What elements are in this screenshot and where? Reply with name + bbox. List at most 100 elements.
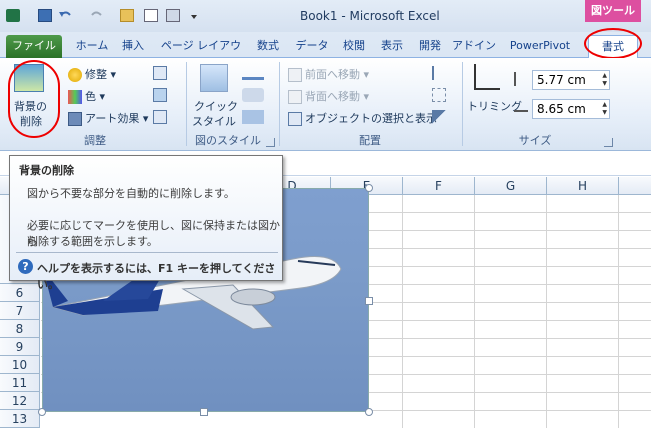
selection-pane-label: オブジェクトの選択と表示 xyxy=(305,112,437,125)
adjust-group-label: 調整 xyxy=(84,134,106,147)
quick-styles-label-2[interactable]: スタイル xyxy=(192,113,236,129)
picture-styles-group-label: 図のスタイル xyxy=(195,134,261,147)
artistic-effects-icon xyxy=(68,112,82,126)
resize-handle-top-right[interactable] xyxy=(365,184,373,192)
tab-file[interactable]: ファイル xyxy=(6,35,62,58)
tab-page-layout[interactable]: ページ レイアウト xyxy=(156,36,246,72)
row-header-8[interactable]: 8 xyxy=(0,320,40,338)
customize-qat-icon[interactable] xyxy=(190,9,198,22)
remove-background-label-2[interactable]: 削除 xyxy=(20,113,42,129)
picture-styles-launcher-icon[interactable] xyxy=(266,138,275,147)
resize-handle-right[interactable] xyxy=(365,297,373,305)
width-icon xyxy=(514,102,528,112)
tooltip-description-3: 削除する範囲を示します。 xyxy=(27,235,158,248)
send-backward-button[interactable]: 背面へ移動 ▾ xyxy=(288,88,369,104)
selection-pane-button[interactable]: オブジェクトの選択と表示 xyxy=(288,110,437,126)
title-bar: Book1 - Microsoft Excel 図ツール xyxy=(0,0,651,32)
row-header-11[interactable]: 11 xyxy=(0,374,40,392)
tab-developer[interactable]: 開発 xyxy=(414,36,446,58)
group-objects-icon[interactable] xyxy=(432,88,446,102)
tab-review[interactable]: 校閲 xyxy=(338,36,370,58)
column-header-f[interactable]: F xyxy=(403,177,475,195)
remove-background-tooltip: 背景の削除 図から不要な部分を自動的に削除します。 必要に応じてマークを使用し、… xyxy=(9,155,283,291)
row-header-13[interactable]: 13 xyxy=(0,410,40,428)
column-header-h[interactable]: H xyxy=(547,177,619,195)
crop-icon xyxy=(474,64,500,90)
column-header-i[interactable] xyxy=(619,177,651,195)
size-launcher-icon[interactable] xyxy=(604,138,613,147)
tab-data[interactable]: データ xyxy=(292,36,332,58)
row-header-7[interactable]: 7 xyxy=(0,302,40,320)
redo-icon[interactable] xyxy=(90,9,104,22)
height-input[interactable]: 5.77 cm ▲ ▼ xyxy=(532,70,610,90)
selection-pane-icon xyxy=(288,112,302,126)
excel-logo-icon xyxy=(6,9,20,22)
tooltip-divider xyxy=(16,252,278,253)
color-button[interactable]: 色 ▾ xyxy=(68,88,105,104)
height-icon xyxy=(514,72,526,86)
resize-handle-bottom-left[interactable] xyxy=(38,408,46,416)
tab-formulas[interactable]: 数式 xyxy=(252,36,284,58)
size-group-label: サイズ xyxy=(518,134,552,147)
picture-layout-icon[interactable] xyxy=(242,110,264,124)
color-palette-icon xyxy=(68,90,82,104)
screenshot-icon[interactable] xyxy=(166,9,180,22)
tab-powerpivot[interactable]: PowerPivot xyxy=(504,36,576,58)
tooltip-description-1: 図から不要な部分を自動的に削除します。 xyxy=(27,187,235,200)
change-picture-icon[interactable] xyxy=(153,88,167,102)
bring-forward-label: 前面へ移動 xyxy=(305,68,360,81)
tooltip-title: 背景の削除 xyxy=(19,164,74,177)
row-header-6[interactable]: 6 xyxy=(0,284,40,302)
open-folder-icon[interactable] xyxy=(120,9,134,22)
tab-view[interactable]: 表示 xyxy=(376,36,408,58)
send-backward-label: 背面へ移動 xyxy=(305,90,360,103)
compress-pictures-icon[interactable] xyxy=(153,66,167,80)
height-spinner-icon[interactable]: ▲ ▼ xyxy=(602,72,607,88)
remove-background-icon xyxy=(14,64,44,92)
excel-window: Book1 - Microsoft Excel 図ツール ファイル ホーム 挿入… xyxy=(0,0,651,428)
color-label: 色 xyxy=(85,90,96,103)
sun-icon xyxy=(68,68,82,82)
print-preview-icon[interactable] xyxy=(144,9,158,22)
align-icon[interactable] xyxy=(432,66,446,80)
tab-insert[interactable]: 挿入 xyxy=(116,36,150,58)
height-value: 5.77 cm xyxy=(537,73,586,87)
row-header-10[interactable]: 10 xyxy=(0,356,40,374)
row-header-9[interactable]: 9 xyxy=(0,338,40,356)
corrections-label: 修整 xyxy=(85,68,107,81)
rotate-icon[interactable] xyxy=(432,110,446,124)
group-separator xyxy=(186,62,187,146)
group-separator xyxy=(462,62,463,146)
tab-addins[interactable]: アドイン xyxy=(452,36,496,58)
quick-styles-label-1[interactable]: クイック xyxy=(194,98,238,114)
help-icon: ? xyxy=(18,259,33,274)
remove-background-label-1[interactable]: 背景の xyxy=(14,98,47,114)
tab-format[interactable]: 書式 xyxy=(588,35,638,58)
save-icon[interactable] xyxy=(38,9,52,22)
tooltip-help-text: ヘルプを表示するには、F1 キーを押してください。 xyxy=(37,262,276,291)
picture-border-icon[interactable] xyxy=(242,66,264,80)
corrections-button[interactable]: 修整 ▾ xyxy=(68,66,116,82)
bring-forward-button[interactable]: 前面へ移動 ▾ xyxy=(288,66,369,82)
row-header-12[interactable]: 12 xyxy=(0,392,40,410)
picture-tools-context-label: 図ツール xyxy=(585,0,641,22)
reset-picture-icon[interactable] xyxy=(153,110,167,124)
width-input[interactable]: 8.65 cm ▲ ▼ xyxy=(532,99,610,119)
width-value: 8.65 cm xyxy=(537,102,586,116)
picture-effects-icon[interactable] xyxy=(242,88,264,102)
arrange-group-label: 配置 xyxy=(359,134,381,147)
bring-forward-icon xyxy=(288,68,302,82)
resize-handle-bottom[interactable] xyxy=(200,408,208,416)
tab-home[interactable]: ホーム xyxy=(72,36,112,58)
column-header-g[interactable]: G xyxy=(475,177,547,195)
quick-styles-icon xyxy=(200,64,228,92)
ribbon-tabs: ファイル ホーム 挿入 ページ レイアウト 数式 データ 校閲 表示 開発 アド… xyxy=(0,32,651,72)
artistic-effects-label: アート効果 xyxy=(85,112,140,125)
resize-handle-bottom-right[interactable] xyxy=(365,408,373,416)
undo-icon[interactable] xyxy=(58,9,72,22)
width-spinner-icon[interactable]: ▲ ▼ xyxy=(602,101,607,117)
artistic-effects-button[interactable]: アート効果 ▾ xyxy=(68,110,148,126)
ribbon: 背景の 削除 修整 ▾ 色 ▾ アート効果 ▾ 調整 クイック スタイル 図のス… xyxy=(0,58,651,151)
window-title: Book1 - Microsoft Excel xyxy=(300,9,440,23)
send-backward-icon xyxy=(288,90,302,104)
